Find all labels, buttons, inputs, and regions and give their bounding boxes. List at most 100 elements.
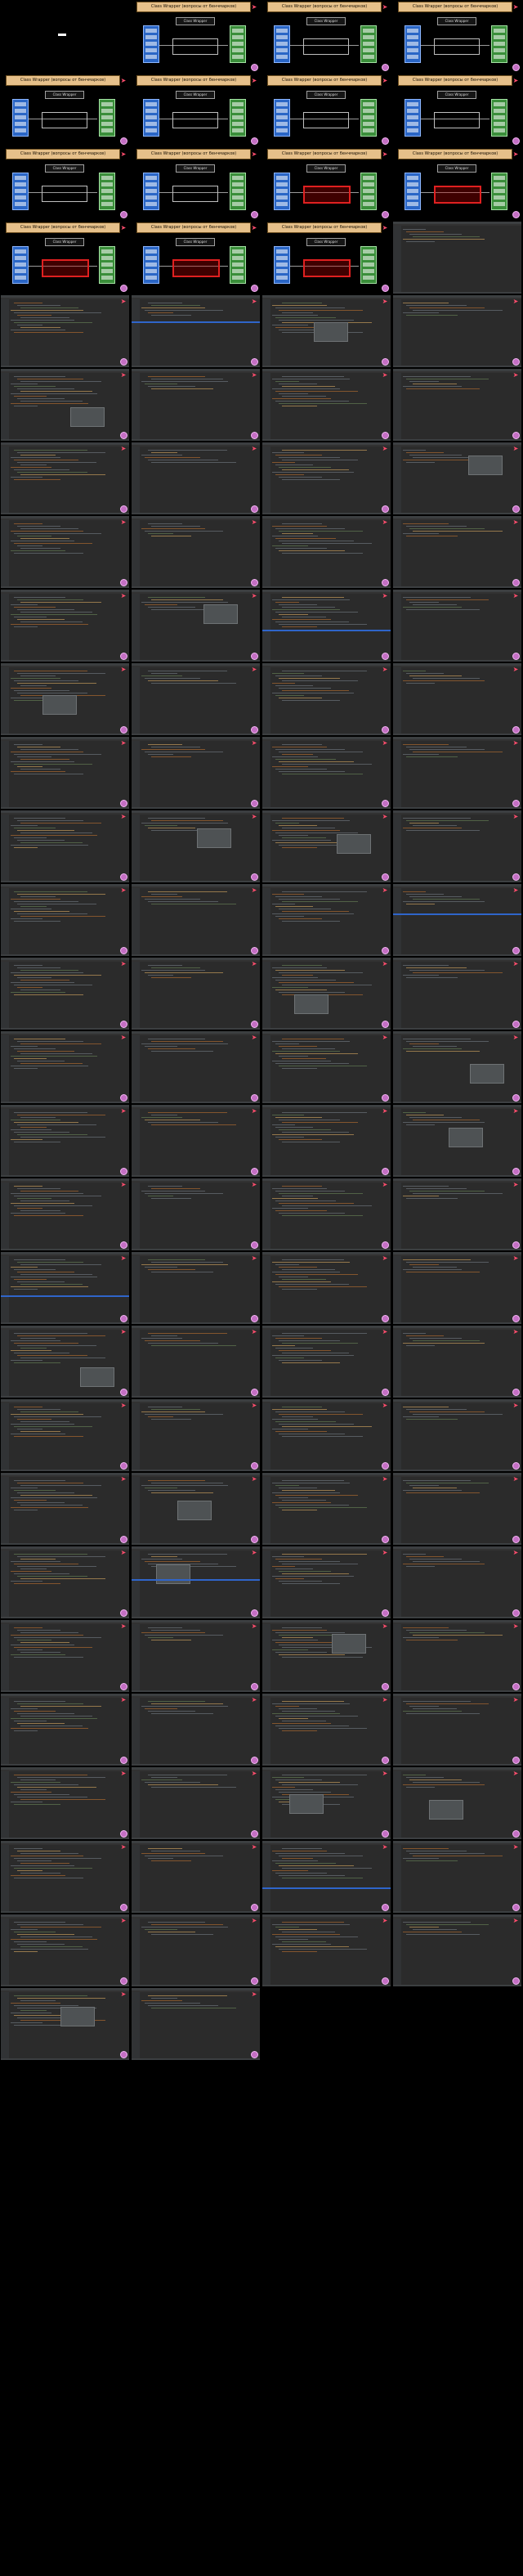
code-editor[interactable] — [403, 1848, 516, 1906]
ide-tabbar[interactable] — [393, 1475, 521, 1477]
code-editor[interactable] — [11, 523, 124, 581]
ide-tabbar[interactable] — [393, 1696, 521, 1698]
ide-tabbar[interactable] — [262, 1034, 391, 1035]
ide-tabbar[interactable] — [1, 1843, 129, 1845]
ide-tabbar[interactable] — [1, 1990, 129, 1992]
ide-tabbar[interactable] — [1, 1622, 129, 1624]
completion-popup[interactable] — [470, 1064, 504, 1084]
code-editor[interactable] — [403, 1922, 516, 1980]
ide-tabbar[interactable] — [132, 813, 260, 815]
ide-tabbar[interactable] — [132, 1034, 260, 1035]
code-editor[interactable] — [11, 1112, 124, 1170]
code-editor[interactable] — [272, 1259, 386, 1317]
ide-tabbar[interactable] — [393, 298, 521, 299]
ide-tabbar[interactable] — [393, 813, 521, 815]
ide-tabbar[interactable] — [262, 960, 391, 962]
code-editor[interactable] — [272, 1333, 386, 1391]
code-editor[interactable] — [403, 1259, 516, 1317]
completion-popup[interactable] — [314, 322, 348, 342]
code-editor[interactable] — [403, 1701, 516, 1759]
ide-tabbar[interactable] — [1, 298, 129, 299]
code-editor[interactable] — [11, 597, 124, 655]
ide-tabbar[interactable] — [1, 1402, 129, 1403]
ide-tabbar[interactable] — [393, 1034, 521, 1035]
ide-tabbar[interactable] — [132, 666, 260, 667]
code-editor[interactable] — [141, 1922, 255, 1980]
ide-tabbar[interactable] — [262, 1328, 391, 1330]
ide-tabbar[interactable] — [262, 1475, 391, 1477]
ide-tabbar[interactable] — [1, 1034, 129, 1035]
code-editor[interactable] — [272, 1922, 386, 1980]
code-editor[interactable] — [403, 1627, 516, 1685]
code-editor[interactable] — [403, 1480, 516, 1538]
completion-popup[interactable] — [294, 994, 329, 1014]
code-editor[interactable] — [403, 1333, 516, 1391]
code-editor[interactable] — [11, 1848, 124, 1906]
ide-tabbar[interactable] — [1, 886, 129, 888]
ide-tabbar[interactable] — [132, 1843, 260, 1845]
code-editor[interactable] — [403, 965, 516, 1023]
ide-tabbar[interactable] — [393, 592, 521, 594]
completion-popup[interactable] — [337, 834, 371, 854]
code-editor[interactable] — [11, 303, 124, 361]
code-editor[interactable] — [272, 376, 386, 434]
ide-tabbar[interactable] — [393, 1622, 521, 1624]
completion-popup[interactable] — [42, 695, 77, 715]
code-editor[interactable] — [11, 744, 124, 802]
code-editor[interactable] — [141, 376, 255, 434]
code-editor[interactable] — [141, 1627, 255, 1685]
ide-tabbar[interactable] — [262, 1254, 391, 1256]
code-editor[interactable] — [11, 1775, 124, 1833]
code-editor[interactable] — [11, 1039, 124, 1097]
code-editor[interactable] — [141, 523, 255, 581]
ide-tabbar[interactable] — [132, 1917, 260, 1919]
ide-tabbar[interactable] — [132, 1990, 260, 1992]
code-editor[interactable] — [11, 450, 124, 508]
ide-tabbar[interactable] — [393, 886, 521, 888]
code-editor[interactable] — [11, 818, 124, 876]
code-editor[interactable] — [272, 1554, 386, 1612]
code-editor[interactable] — [403, 891, 516, 949]
code-editor[interactable] — [141, 597, 255, 655]
code-editor[interactable] — [141, 1186, 255, 1244]
code-editor[interactable] — [11, 1554, 124, 1612]
ide-tabbar[interactable] — [262, 1107, 391, 1109]
code-editor[interactable] — [11, 376, 124, 434]
ide-tabbar[interactable] — [132, 1181, 260, 1183]
ide-tabbar[interactable] — [132, 886, 260, 888]
ide-tabbar[interactable] — [393, 1843, 521, 1845]
ide-tabbar[interactable] — [1, 1181, 129, 1183]
code-editor[interactable] — [272, 1407, 386, 1465]
code-editor[interactable] — [141, 1259, 255, 1317]
ide-tabbar[interactable] — [393, 371, 521, 373]
ide-tabbar[interactable] — [262, 1770, 391, 1771]
ide-tabbar[interactable] — [132, 1549, 260, 1551]
code-editor[interactable] — [141, 1407, 255, 1465]
code-editor[interactable] — [141, 1112, 255, 1170]
completion-popup[interactable] — [80, 1367, 114, 1387]
ide-tabbar[interactable] — [1, 1917, 129, 1919]
ide-tabbar[interactable] — [132, 1328, 260, 1330]
code-editor[interactable] — [11, 1627, 124, 1685]
completion-popup[interactable] — [429, 1800, 463, 1820]
code-editor[interactable] — [272, 1848, 386, 1906]
code-editor[interactable] — [141, 744, 255, 802]
code-editor[interactable] — [403, 523, 516, 581]
code-editor[interactable] — [272, 523, 386, 581]
ide-tabbar[interactable] — [393, 1549, 521, 1551]
ide-tabbar[interactable] — [262, 1696, 391, 1698]
ide-tabbar[interactable] — [393, 224, 521, 226]
ide-tabbar[interactable] — [262, 1549, 391, 1551]
ide-tabbar[interactable] — [132, 592, 260, 594]
ide-tabbar[interactable] — [393, 1917, 521, 1919]
ide-tabbar[interactable] — [132, 1622, 260, 1624]
code-editor[interactable] — [403, 1407, 516, 1465]
code-editor[interactable] — [272, 965, 386, 1023]
ide-tabbar[interactable] — [132, 1696, 260, 1698]
completion-popup[interactable] — [156, 1564, 190, 1584]
ide-tabbar[interactable] — [262, 666, 391, 667]
code-editor[interactable] — [272, 1039, 386, 1097]
ide-tabbar[interactable] — [393, 1770, 521, 1771]
code-editor[interactable] — [272, 1480, 386, 1538]
ide-tabbar[interactable] — [132, 1770, 260, 1771]
